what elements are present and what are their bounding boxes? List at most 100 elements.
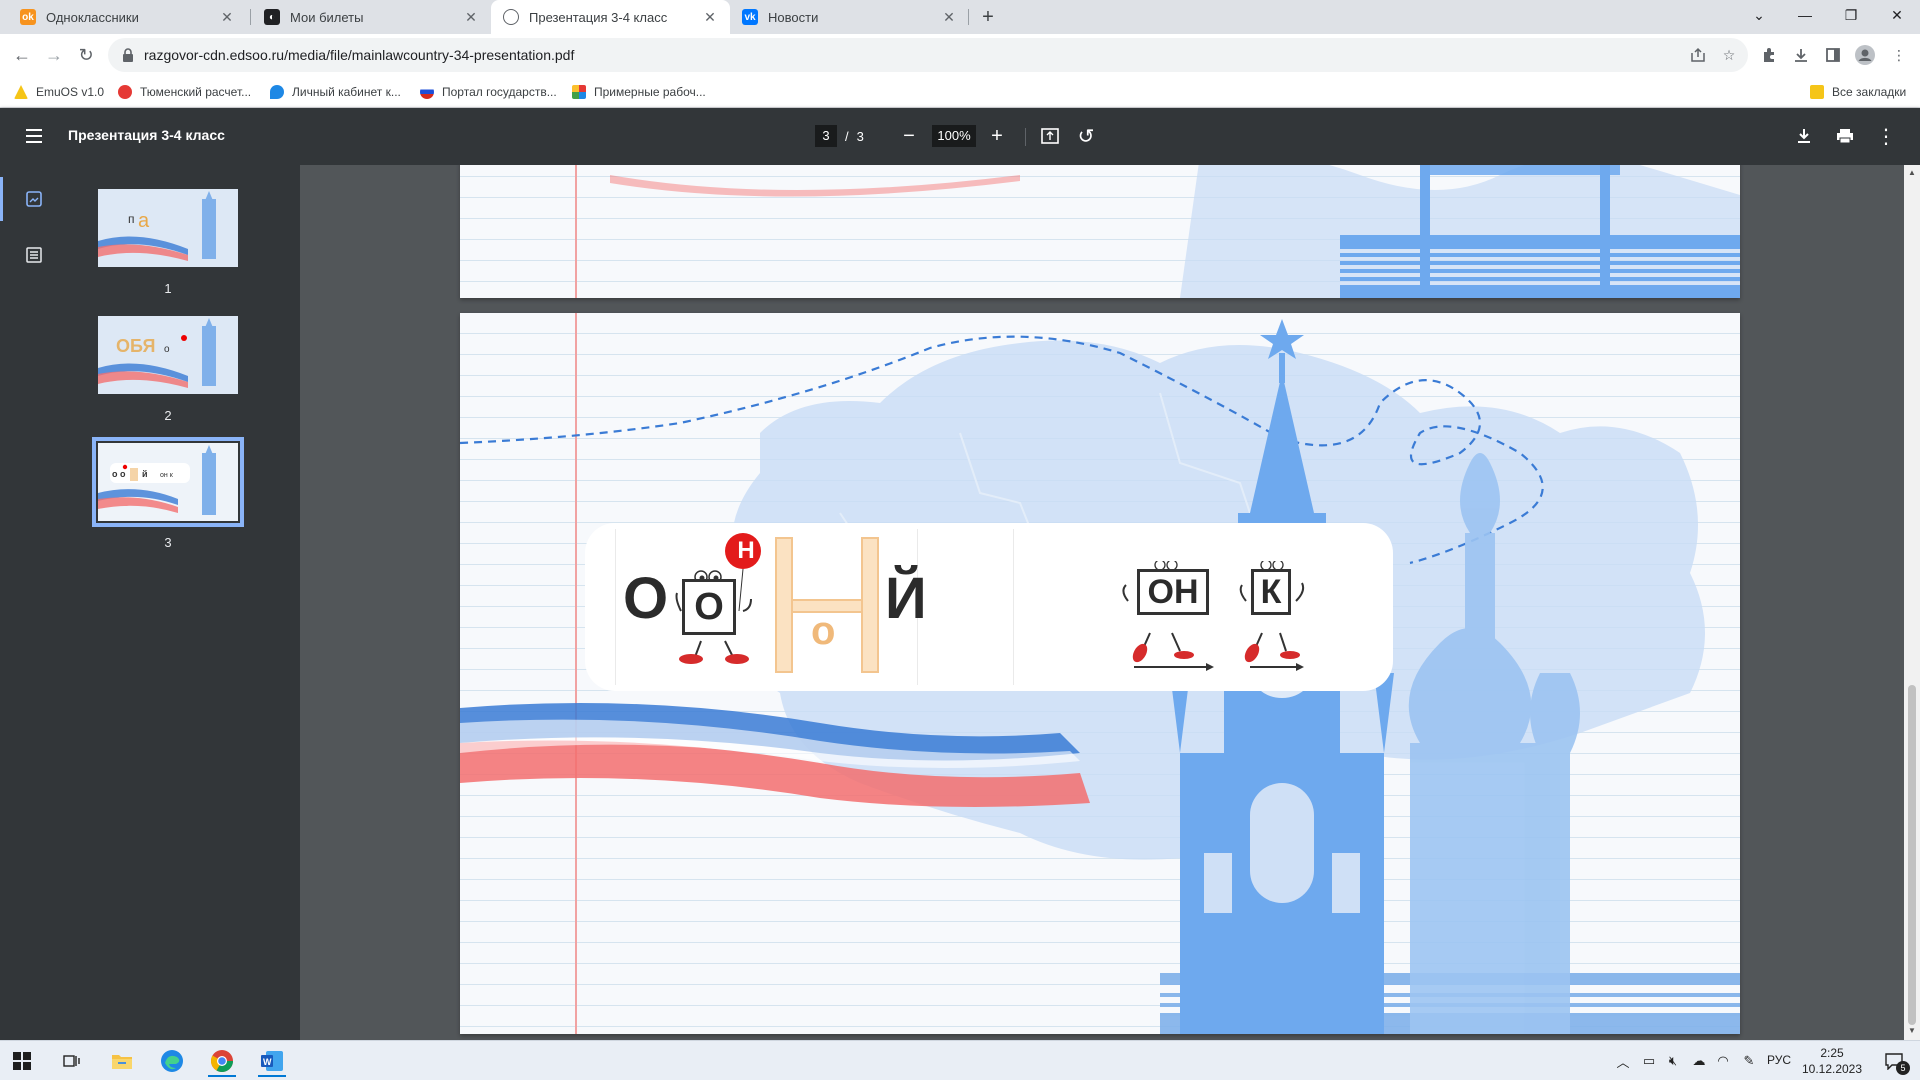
- tab-divider: [968, 9, 969, 25]
- tab-news[interactable]: vk Новости ✕: [730, 0, 969, 34]
- vk-icon: vk: [742, 9, 758, 25]
- download-icon[interactable]: [1792, 124, 1816, 148]
- page-2-artwork: [610, 165, 1740, 298]
- close-icon[interactable]: ✕: [219, 9, 235, 25]
- tab-title: Презентация 3-4 класс: [529, 9, 668, 25]
- chrome-button[interactable]: [200, 1045, 244, 1077]
- pdf-viewport[interactable]: О О Н Н о: [300, 165, 1904, 1040]
- word-puzzle-card: О О Н Н о: [585, 523, 1393, 691]
- browser-menu-icon[interactable]: ⋮: [1886, 42, 1912, 68]
- page-total: 3: [856, 128, 864, 144]
- grid-icon: [572, 85, 586, 99]
- warning-icon: [14, 85, 28, 99]
- thumbnail-number: 1: [164, 281, 172, 296]
- page-number-input[interactable]: 3: [815, 125, 837, 147]
- bookmark-star-icon[interactable]: ☆: [1716, 42, 1742, 68]
- letter-box-o: О: [682, 579, 736, 635]
- restore-button[interactable]: ❐: [1828, 0, 1874, 30]
- pdf-page-3: О О Н Н о: [460, 313, 1740, 1034]
- close-icon[interactable]: ✕: [702, 9, 718, 25]
- outline-tab[interactable]: [20, 241, 48, 269]
- print-icon[interactable]: [1833, 124, 1857, 148]
- scroll-thumb[interactable]: [1908, 685, 1916, 1025]
- task-view-button[interactable]: [50, 1045, 94, 1077]
- notifications-button[interactable]: 5: [1874, 1045, 1914, 1077]
- rotate-icon[interactable]: ↺: [1074, 124, 1098, 148]
- pen-icon[interactable]: ✎: [1740, 1052, 1758, 1070]
- bookmark-emuos[interactable]: EmuOS v1.0: [14, 82, 104, 102]
- all-bookmarks[interactable]: Все закладки: [1810, 82, 1906, 102]
- lock-icon: [123, 48, 133, 62]
- minimize-button[interactable]: —: [1782, 0, 1828, 30]
- page-separator: /: [845, 128, 849, 144]
- input-language[interactable]: РУС: [1767, 1053, 1791, 1067]
- edge-button[interactable]: [150, 1045, 194, 1077]
- side-panel-icon[interactable]: [1820, 42, 1846, 68]
- tab-presentation[interactable]: Презентация 3-4 класс ✕: [491, 0, 730, 34]
- small-letter-o: о: [811, 609, 836, 653]
- toolbar-divider: [1025, 128, 1026, 146]
- thumbnail-image: ОБЯ о: [98, 316, 238, 394]
- page-thumbnail-3[interactable]: о о й он к 3: [92, 437, 244, 565]
- bookmarks-bar: EmuOS v1.0 Тюменский расчет... Личный ка…: [0, 76, 1920, 108]
- profile-avatar[interactable]: [1852, 42, 1878, 68]
- extensions-icon[interactable]: [1756, 42, 1782, 68]
- page-thumbnail-2[interactable]: ОБЯ о 2: [92, 310, 244, 438]
- close-window-button[interactable]: ✕: [1874, 0, 1920, 30]
- thumbnail-image: о о й он к: [98, 443, 238, 521]
- globe-icon: ◐: [264, 9, 280, 25]
- back-button[interactable]: ←: [8, 41, 36, 69]
- viewport-scrollbar[interactable]: ▲ ▼: [1904, 165, 1920, 1040]
- new-tab-button[interactable]: +: [976, 5, 1000, 29]
- wifi-icon[interactable]: ◠: [1714, 1052, 1732, 1070]
- task-view-icon: [63, 1055, 80, 1067]
- windows-taskbar: W ︿ ▭ 🔇︎ ☁︎ ◠ ✎ РУС 2:25 10.12.2023 5: [0, 1040, 1920, 1080]
- tab-odnoklassniki[interactable]: ok Одноклассники ✕: [8, 0, 247, 34]
- fit-page-icon[interactable]: [1038, 124, 1062, 148]
- chevron-up-icon[interactable]: ︿: [1614, 1052, 1632, 1070]
- zoom-in-button[interactable]: +: [985, 124, 1009, 148]
- bookmark-tyumen[interactable]: Тюменский расчет...: [118, 82, 251, 102]
- reload-button[interactable]: ↻: [72, 41, 100, 69]
- tab-divider: [250, 9, 251, 25]
- tab-search-button[interactable]: ⌄: [1736, 0, 1782, 30]
- scroll-down-arrow[interactable]: ▼: [1908, 1027, 1916, 1035]
- globe-icon: [503, 9, 519, 25]
- bookmark-label: Примерные рабоч...: [594, 85, 706, 99]
- page-thumbnail-1[interactable]: п а 1: [92, 183, 244, 311]
- scroll-up-arrow[interactable]: ▲: [1908, 169, 1916, 177]
- letter-y: Й: [885, 566, 927, 631]
- clock[interactable]: 2:25 10.12.2023: [1792, 1045, 1872, 1077]
- word-button[interactable]: W: [250, 1045, 294, 1077]
- close-icon[interactable]: ✕: [463, 9, 479, 25]
- tab-my-tickets[interactable]: ◐ Мои билеты ✕: [252, 0, 491, 34]
- address-bar[interactable]: razgovor-cdn.edsoo.ru/media/file/mainlaw…: [108, 38, 1748, 72]
- zoom-out-button[interactable]: −: [897, 124, 921, 148]
- svg-text:он к: он к: [160, 472, 174, 479]
- thumbnails-tab[interactable]: [0, 177, 48, 221]
- thumbnail-number: 3: [164, 535, 172, 550]
- bookmark-gosuslugi[interactable]: Портал государств...: [420, 82, 557, 102]
- browser-toolbar: ← → ↻ razgovor-cdn.edsoo.ru/media/file/m…: [0, 34, 1920, 76]
- file-explorer-button[interactable]: [100, 1045, 144, 1077]
- bookmark-cabinet[interactable]: Личный кабинет к...: [270, 82, 401, 102]
- close-icon[interactable]: ✕: [941, 9, 957, 25]
- forward-button[interactable]: →: [40, 41, 68, 69]
- pdf-sidebar: п а 1 ОБЯ о 2 о о й он к 3: [0, 165, 300, 1040]
- downloads-icon[interactable]: [1788, 42, 1814, 68]
- balloon-letter-n: Н: [737, 537, 755, 564]
- svg-text:W: W: [263, 1057, 272, 1067]
- vpn-icon[interactable]: ☁︎: [1690, 1052, 1708, 1070]
- menu-icon[interactable]: [22, 124, 46, 148]
- letter-box-k: К: [1251, 569, 1291, 615]
- volume-mute-icon[interactable]: 🔇︎: [1664, 1052, 1682, 1070]
- letter-box-on: ОН: [1137, 569, 1209, 615]
- start-button[interactable]: [0, 1045, 44, 1077]
- share-icon[interactable]: [1685, 42, 1711, 68]
- bookmark-programs[interactable]: Примерные рабоч...: [572, 82, 706, 102]
- zoom-input[interactable]: 100%: [932, 125, 976, 147]
- page-selector: 3 / 3: [815, 125, 864, 147]
- pdf-page-2: [460, 165, 1740, 298]
- network-icon[interactable]: ▭: [1640, 1052, 1658, 1070]
- more-options-icon[interactable]: ⋮: [1874, 124, 1898, 148]
